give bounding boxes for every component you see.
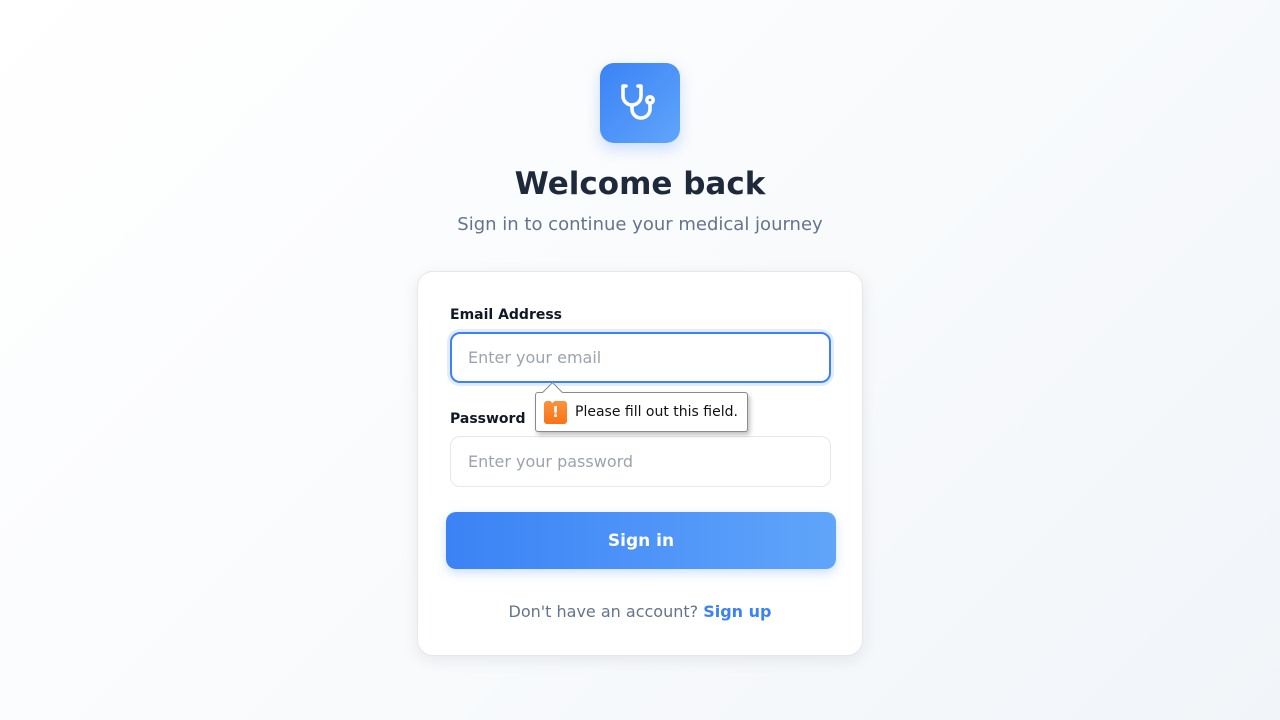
login-card: Email Address ! Please fill out this fie… — [417, 271, 863, 656]
page-subtitle: Sign in to continue your medical journey — [457, 214, 823, 235]
warning-icon: ! — [544, 400, 567, 424]
email-field[interactable] — [450, 332, 831, 383]
signup-prompt-row: Don't have an account? Sign up — [418, 601, 862, 623]
page-title: Welcome back — [514, 166, 766, 202]
email-label: Email Address — [450, 307, 563, 323]
tooltip-arrow — [541, 381, 564, 404]
password-field[interactable] — [450, 436, 831, 487]
signup-prompt-text: Don't have an account? — [508, 602, 699, 621]
app-logo — [600, 63, 680, 143]
sign-in-button[interactable]: Sign in — [446, 512, 836, 569]
validation-message: Please fill out this field. — [575, 404, 738, 420]
stethoscope-icon — [621, 84, 655, 120]
validation-tooltip: ! Please fill out this field. — [535, 381, 748, 432]
sign-up-link[interactable]: Sign up — [703, 602, 771, 621]
password-label: Password — [450, 411, 526, 427]
